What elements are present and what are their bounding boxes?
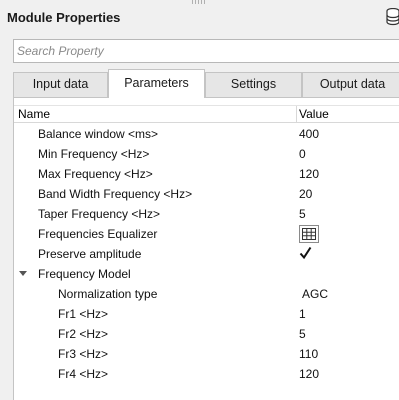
panel-header: Module Properties xyxy=(0,0,399,38)
property-value[interactable]: AGC xyxy=(302,287,328,301)
property-row-normalization-type[interactable]: Normalization type AGC xyxy=(14,284,399,304)
property-row-balance-window[interactable]: Balance window <ms> 400 xyxy=(14,124,399,144)
property-name: Fr1 <Hz> xyxy=(58,307,109,321)
search-input[interactable] xyxy=(14,40,399,62)
search-property-box xyxy=(13,39,399,63)
property-name: Balance window <ms> xyxy=(38,127,159,141)
property-value[interactable]: 120 xyxy=(299,367,319,381)
property-value[interactable]: 20 xyxy=(299,187,312,201)
tab-settings[interactable]: Settings xyxy=(205,72,302,97)
property-row-min-frequency[interactable]: Min Frequency <Hz> 0 xyxy=(14,144,399,164)
tab-bar: Input data Parameters Settings Output da… xyxy=(13,69,399,98)
property-value[interactable]: 0 xyxy=(299,147,306,161)
property-name: Fr2 <Hz> xyxy=(58,327,109,341)
tab-parameters[interactable]: Parameters xyxy=(108,69,205,98)
property-name: Max Frequency <Hz> xyxy=(38,167,153,181)
property-name: Min Frequency <Hz> xyxy=(38,147,150,161)
tab-input-data[interactable]: Input data xyxy=(13,72,108,97)
column-header-name[interactable]: Name xyxy=(18,107,50,121)
property-row-preserve-amplitude[interactable]: Preserve amplitude xyxy=(14,244,399,264)
property-name: Preserve amplitude xyxy=(38,247,142,261)
property-value[interactable]: 5 xyxy=(299,207,306,221)
tab-output-data[interactable]: Output data xyxy=(302,72,399,97)
property-name: Taper Frequency <Hz> xyxy=(38,207,161,221)
property-row-band-width[interactable]: Band Width Frequency <Hz> 20 xyxy=(14,184,399,204)
property-value[interactable]: 120 xyxy=(299,167,319,181)
property-row-fr2[interactable]: Fr2 <Hz> 5 xyxy=(14,324,399,344)
property-row-fr1[interactable]: Fr1 <Hz> 1 xyxy=(14,304,399,324)
drag-grip[interactable] xyxy=(192,0,206,4)
property-group-name: Frequency Model xyxy=(38,267,131,281)
column-header-value[interactable]: Value xyxy=(299,107,329,121)
grid-table-icon xyxy=(302,228,316,240)
property-value[interactable]: 1 xyxy=(299,307,306,321)
property-group-frequency-model[interactable]: Frequency Model xyxy=(14,264,399,284)
equalizer-button[interactable] xyxy=(299,225,319,243)
property-grid: Name Value Balance window <ms> 400 Min F… xyxy=(13,97,399,400)
chevron-down-icon[interactable] xyxy=(19,271,27,276)
preserve-amplitude-checkbox[interactable] xyxy=(299,246,312,260)
property-value[interactable]: 5 xyxy=(299,327,306,341)
property-name: Fr3 <Hz> xyxy=(58,347,109,361)
property-row-fr3[interactable]: Fr3 <Hz> 110 xyxy=(14,344,399,364)
grid-header: Name Value xyxy=(14,105,399,123)
property-row-max-frequency[interactable]: Max Frequency <Hz> 120 xyxy=(14,164,399,184)
property-name: Frequencies Equalizer xyxy=(38,227,158,241)
property-name: Fr4 <Hz> xyxy=(58,367,109,381)
property-name: Normalization type xyxy=(58,287,158,301)
panel-title: Module Properties xyxy=(7,10,121,25)
property-row-fr4[interactable]: Fr4 <Hz> 120 xyxy=(14,364,399,384)
property-value[interactable]: 400 xyxy=(299,127,319,141)
property-value[interactable]: 110 xyxy=(299,347,318,361)
database-icon[interactable] xyxy=(386,8,399,26)
property-row-frequencies-equalizer[interactable]: Frequencies Equalizer xyxy=(14,224,399,244)
column-divider[interactable] xyxy=(296,106,297,123)
property-row-taper-frequency[interactable]: Taper Frequency <Hz> 5 xyxy=(14,204,399,224)
property-name: Band Width Frequency <Hz> xyxy=(38,187,193,201)
